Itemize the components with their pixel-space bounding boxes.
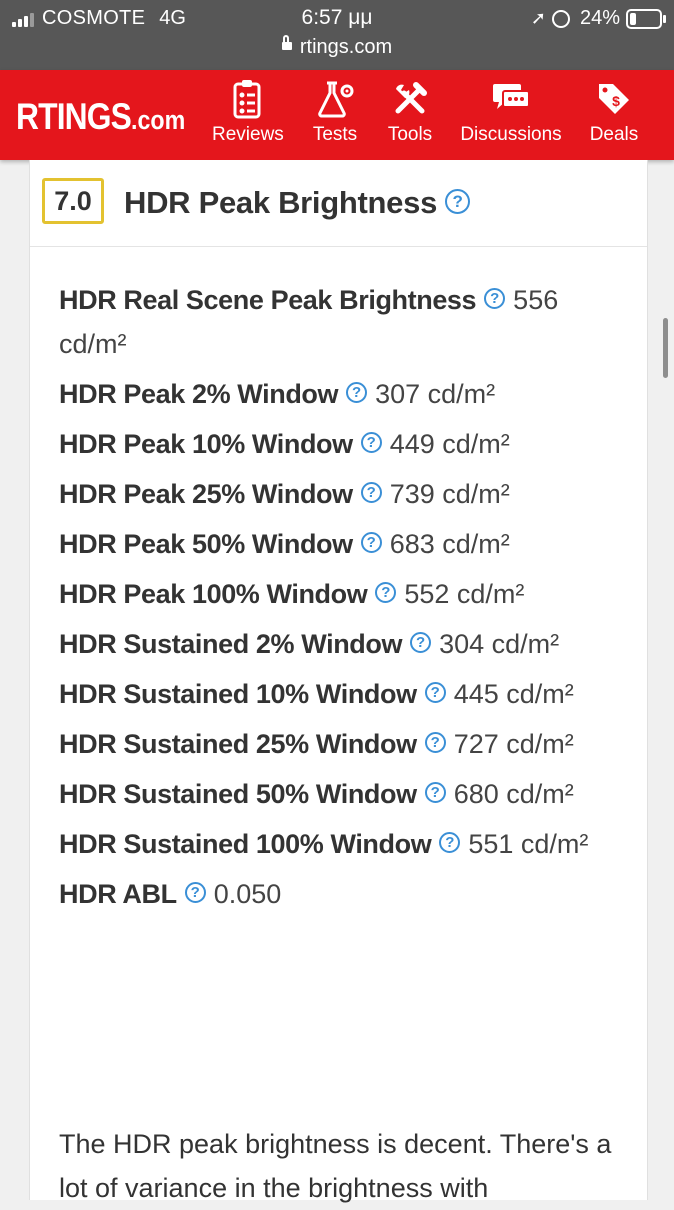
question-icon[interactable]: ? [375, 582, 397, 604]
nav-tests[interactable]: Tests [310, 78, 360, 146]
site-logo[interactable]: RTINGS.com [16, 96, 185, 138]
question-icon[interactable]: ? [410, 632, 432, 654]
nav-label: Tests [312, 124, 358, 145]
description-text: The HDR peak brightness is decent. There… [59, 1129, 612, 1203]
score-badge: 7.0 [42, 178, 104, 224]
spec-row: HDR Peak 100% Window? 552 cd/m² [59, 572, 619, 616]
question-icon[interactable]: ? [445, 189, 471, 215]
price-tag-icon: $ [589, 78, 639, 120]
spec-name: HDR Real Scene Peak Brightness [59, 285, 477, 315]
question-icon[interactable]: ? [424, 682, 446, 704]
nav-deals[interactable]: $ Deals [589, 78, 639, 146]
section-title-text: HDR Peak Brightness [124, 185, 438, 220]
site-header: RTINGS.com Reviews Tests Tools Discussio… [0, 70, 674, 160]
section-header: 7.0 HDR Peak Brightness? [30, 160, 647, 247]
spec-name: HDR Peak 10% Window [59, 429, 353, 459]
spec-row: HDR Peak 10% Window? 449 cd/m² [59, 422, 619, 466]
question-icon[interactable]: ? [439, 832, 461, 854]
nav-label: Discussions [460, 124, 562, 145]
nav-tools[interactable]: Tools [385, 78, 435, 146]
content-card: 7.0 HDR Peak Brightness? HDR Real Scene … [29, 160, 648, 1203]
spec-name: HDR Peak 2% Window [59, 379, 339, 409]
chat-icon [460, 78, 562, 120]
battery-fill [630, 12, 636, 25]
spec-name: HDR Peak 100% Window [59, 579, 368, 609]
question-icon[interactable]: ? [184, 882, 206, 904]
spec-value: 449 cd/m² [389, 429, 510, 459]
nav-label: Reviews [212, 124, 284, 145]
spec-value: 552 cd/m² [404, 579, 525, 609]
status-bar: COSMOTE 4G 6:57 μμ ➚ 24% rtings.com [0, 0, 674, 70]
clipboard-icon [212, 78, 282, 120]
spec-value: 680 cd/m² [453, 779, 574, 809]
spec-name: HDR Peak 25% Window [59, 479, 353, 509]
battery-percent: 24% [579, 7, 620, 29]
spec-row: HDR Peak 2% Window? 307 cd/m² [59, 372, 619, 416]
spec-row: HDR Sustained 25% Window? 727 cd/m² [59, 722, 619, 766]
nav-reviews[interactable]: Reviews [212, 78, 284, 146]
question-icon[interactable]: ? [484, 288, 506, 310]
question-icon[interactable]: ? [424, 732, 446, 754]
spec-name: HDR Sustained 10% Window [59, 679, 417, 709]
spec-row: HDR Sustained 100% Window? 551 cd/m² [59, 822, 619, 866]
url-bar[interactable]: rtings.com [0, 34, 674, 59]
flask-icon [310, 78, 360, 120]
logo-suffix: .com [131, 105, 186, 135]
spec-value: 683 cd/m² [389, 529, 510, 559]
spec-list: HDR Real Scene Peak Brightness? 556 cd/m²… [59, 278, 619, 922]
location-arrow-icon: ➚ [530, 8, 546, 28]
spec-row: HDR Sustained 10% Window? 445 cd/m² [59, 672, 619, 716]
svg-text:$: $ [612, 93, 620, 109]
question-icon[interactable]: ? [360, 432, 382, 454]
section-title: HDR Peak Brightness? [124, 185, 471, 221]
tools-icon [385, 78, 435, 120]
spec-value: 307 cd/m² [375, 379, 496, 409]
spec-name: HDR Peak 50% Window [59, 529, 353, 559]
lock-icon [281, 34, 292, 50]
scrollbar[interactable] [663, 318, 668, 378]
spec-name: HDR Sustained 50% Window [59, 779, 417, 809]
nav-discussions[interactable]: Discussions [460, 78, 562, 146]
spec-row: HDR ABL? 0.050 [59, 872, 619, 916]
spec-name: HDR Sustained 2% Window [59, 629, 403, 659]
spec-name: HDR Sustained 100% Window [59, 829, 432, 859]
question-icon[interactable]: ? [360, 482, 382, 504]
spec-name: HDR Sustained 25% Window [59, 729, 417, 759]
nav-label: Deals [589, 124, 639, 145]
spec-value: 445 cd/m² [453, 679, 574, 709]
spec-value: 739 cd/m² [389, 479, 510, 509]
spec-name: HDR ABL [59, 879, 177, 909]
spec-row: HDR Peak 50% Window? 683 cd/m² [59, 522, 619, 566]
battery-icon [626, 8, 666, 29]
spec-row: HDR Sustained 2% Window? 304 cd/m² [59, 622, 619, 666]
spec-value: 304 cd/m² [439, 629, 560, 659]
nav-label: Tools [387, 124, 433, 145]
question-icon[interactable]: ? [424, 782, 446, 804]
status-right: ➚ 24% [530, 7, 666, 30]
spec-row: HDR Real Scene Peak Brightness? 556 cd/m² [59, 278, 619, 366]
question-icon[interactable]: ? [346, 382, 368, 404]
spec-value: 727 cd/m² [453, 729, 574, 759]
url-text: rtings.com [299, 36, 393, 58]
spec-value: 551 cd/m² [468, 829, 589, 859]
spec-row: HDR Peak 25% Window? 739 cd/m² [59, 472, 619, 516]
spec-value: 0.050 [213, 879, 282, 909]
question-icon[interactable]: ? [360, 532, 382, 554]
alarm-icon [551, 9, 570, 28]
spec-row: HDR Sustained 50% Window? 680 cd/m² [59, 772, 619, 816]
logo-main: RTINGS [16, 96, 132, 137]
